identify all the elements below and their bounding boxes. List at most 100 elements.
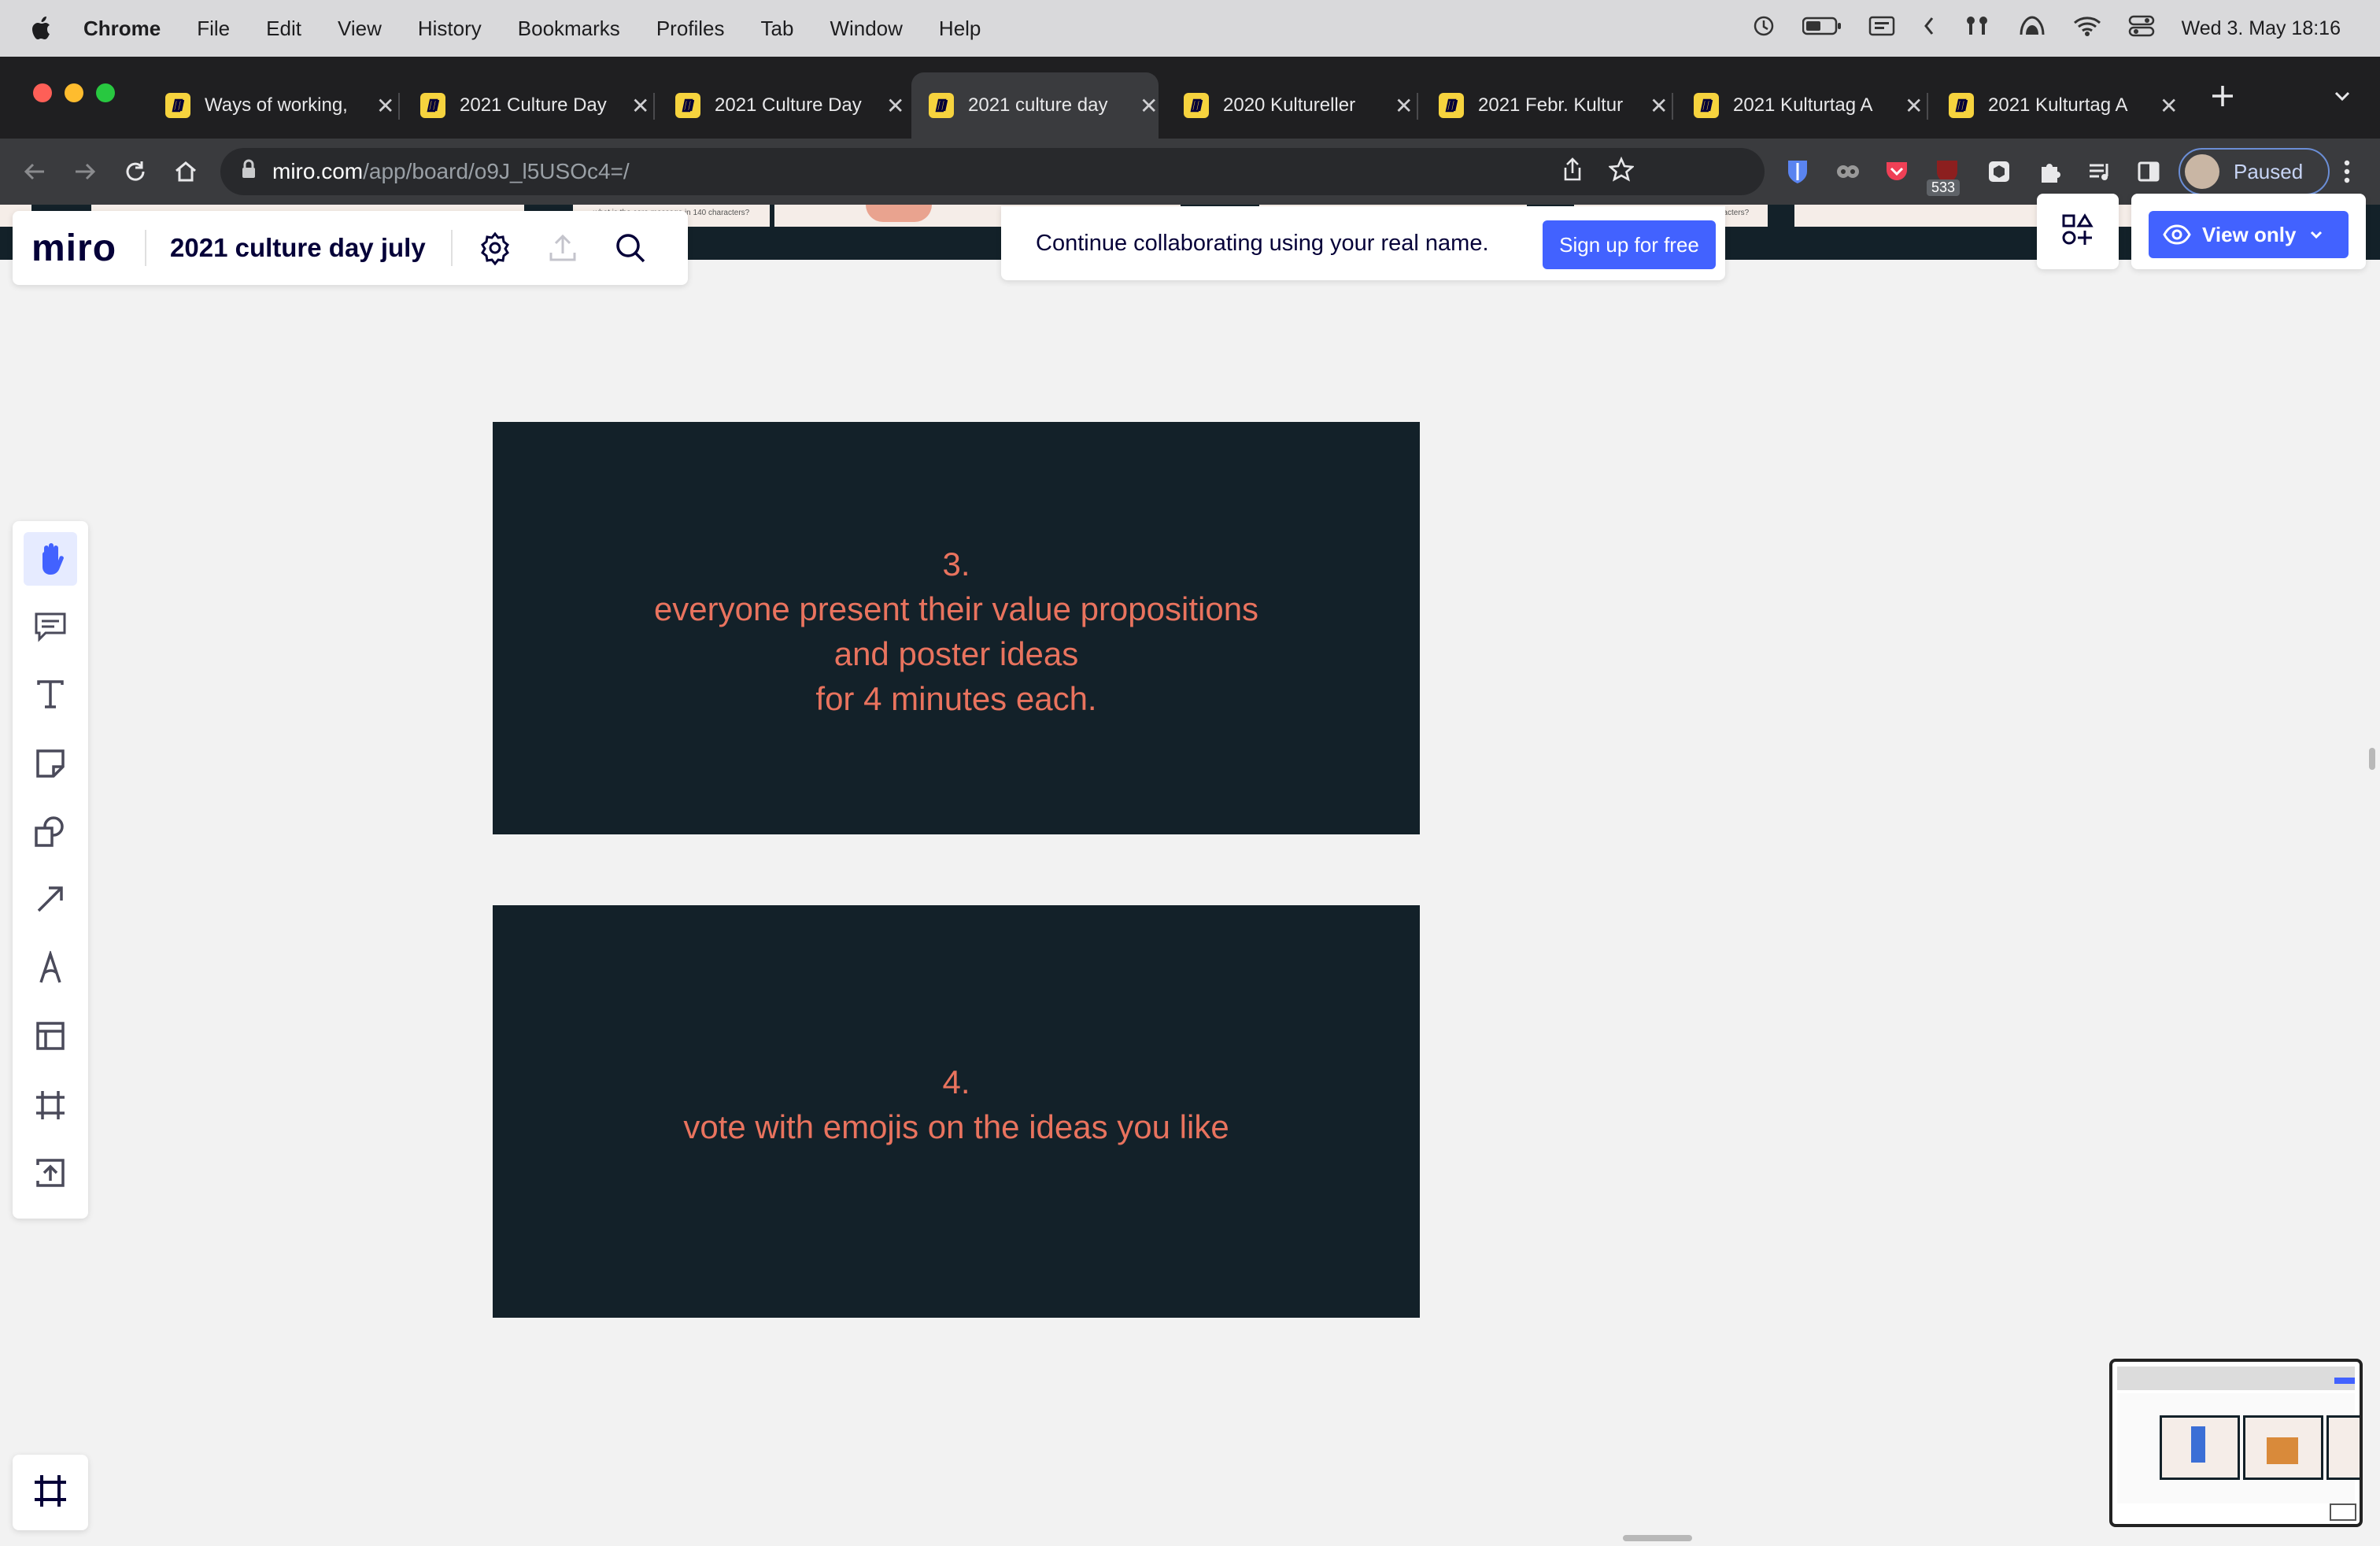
menu-view[interactable]: View bbox=[338, 17, 382, 41]
menu-app-name[interactable]: Chrome bbox=[83, 17, 161, 41]
tab-close-icon[interactable]: ✕ bbox=[2160, 93, 2178, 119]
media-queue-icon[interactable] bbox=[2084, 156, 2116, 187]
owl-extension-icon[interactable] bbox=[1832, 156, 1864, 187]
text-tool-icon[interactable] bbox=[24, 668, 77, 721]
board-minimap[interactable] bbox=[2109, 1359, 2363, 1527]
tab-title: 2021 Culture Day bbox=[460, 94, 607, 116]
menu-history[interactable]: History bbox=[418, 17, 482, 41]
board-frame-step-3[interactable]: 3. everyone present their value proposit… bbox=[493, 422, 1420, 834]
tab-close-icon[interactable]: ✕ bbox=[1905, 93, 1923, 119]
airpods-icon[interactable] bbox=[1963, 14, 1991, 43]
browser-tab-active[interactable]: 2021 culture day ✕ bbox=[911, 72, 1159, 139]
bitwarden-extension-icon[interactable] bbox=[1782, 156, 1813, 187]
tab-close-icon[interactable]: ✕ bbox=[376, 93, 394, 119]
tab-title: 2021 culture day bbox=[968, 94, 1108, 116]
browser-tab[interactable]: 2021 Culture Day ✕ bbox=[403, 72, 650, 139]
templates-tool-icon[interactable] bbox=[24, 1009, 77, 1063]
menu-bookmarks[interactable]: Bookmarks bbox=[518, 17, 620, 41]
cube-extension-icon[interactable] bbox=[1983, 156, 2015, 187]
tab-close-icon[interactable]: ✕ bbox=[1395, 93, 1413, 119]
window-zoom-button[interactable] bbox=[96, 83, 115, 102]
browser-tab[interactable]: 2021 Febr. Kultur ✕ bbox=[1421, 72, 1669, 139]
tab-close-icon[interactable]: ✕ bbox=[631, 93, 649, 119]
chevron-left-icon[interactable] bbox=[1922, 15, 1936, 43]
miro-favicon-icon bbox=[165, 93, 190, 118]
collaboration-banner: Continue collaborating using your real n… bbox=[1001, 206, 1725, 280]
browser-tab[interactable]: 2021 Kulturtag A ✕ bbox=[1931, 72, 2179, 139]
battery-icon[interactable] bbox=[1802, 16, 1842, 42]
miro-favicon-icon bbox=[1694, 93, 1719, 118]
board-title[interactable]: 2021 culture day july bbox=[170, 233, 426, 263]
lock-icon[interactable] bbox=[241, 159, 257, 185]
frame-text-line: for 4 minutes each. bbox=[815, 680, 1097, 717]
apple-icon[interactable] bbox=[30, 17, 54, 40]
extensions-puzzle-icon[interactable] bbox=[2034, 156, 2065, 187]
board-frame-step-4[interactable]: 4. vote with emojis on the ideas you lik… bbox=[493, 905, 1420, 1318]
tab-divider bbox=[1672, 93, 1673, 120]
new-tab-icon[interactable] bbox=[2208, 82, 2237, 114]
profile-button[interactable]: Paused bbox=[2179, 148, 2330, 195]
pen-tool-icon[interactable] bbox=[24, 941, 77, 995]
horizontal-scrollbar[interactable] bbox=[1623, 1535, 1692, 1541]
tab-close-icon[interactable]: ✕ bbox=[1650, 93, 1668, 119]
sticky-note-tool-icon[interactable] bbox=[24, 737, 77, 790]
window-minimize-button[interactable] bbox=[65, 83, 83, 102]
more-menu-icon[interactable] bbox=[2331, 156, 2363, 187]
miro-favicon-icon bbox=[1439, 93, 1464, 118]
browser-tab[interactable]: 2021 Culture Day ✕ bbox=[658, 72, 905, 139]
sign-up-button[interactable]: Sign up for free bbox=[1543, 220, 1716, 269]
settings-gear-icon[interactable] bbox=[471, 224, 519, 272]
menu-profiles[interactable]: Profiles bbox=[656, 17, 725, 41]
control-center-icon[interactable] bbox=[2128, 14, 2155, 43]
apps-button[interactable] bbox=[2037, 194, 2119, 269]
minimap-toggle-icon[interactable] bbox=[2330, 1503, 2356, 1521]
forward-arrow-icon[interactable] bbox=[69, 156, 101, 187]
tab-close-icon[interactable]: ✕ bbox=[886, 93, 904, 119]
vpn-icon[interactable] bbox=[2018, 14, 2046, 43]
browser-tab[interactable]: 2020 Kultureller ✕ bbox=[1166, 72, 1414, 139]
pocket-extension-icon[interactable] bbox=[1881, 156, 1913, 187]
divider bbox=[450, 230, 453, 266]
view-only-button[interactable]: View only bbox=[2149, 211, 2349, 258]
bookmark-star-icon[interactable] bbox=[1607, 156, 1635, 187]
time-machine-icon[interactable] bbox=[1752, 14, 1776, 43]
frames-panel-button[interactable] bbox=[13, 1455, 88, 1530]
minimap-header bbox=[2117, 1367, 2355, 1390]
share-icon[interactable] bbox=[1561, 157, 1584, 187]
export-upload-icon[interactable] bbox=[539, 224, 586, 272]
search-icon[interactable] bbox=[607, 224, 654, 272]
address-bar[interactable]: miro.com /app/board/o9J_l5USOc4=/ bbox=[220, 148, 1765, 195]
wifi-icon[interactable] bbox=[2073, 15, 2101, 43]
tab-search-chevron-down-icon[interactable] bbox=[2331, 85, 2353, 111]
tab-title: 2020 Kultureller bbox=[1223, 94, 1356, 116]
frame-tool-icon[interactable] bbox=[24, 1078, 77, 1132]
menu-help[interactable]: Help bbox=[939, 17, 981, 41]
menu-tab[interactable]: Tab bbox=[761, 17, 794, 41]
menu-file[interactable]: File bbox=[197, 17, 230, 41]
menu-window[interactable]: Window bbox=[830, 17, 902, 41]
collaboration-message: Continue collaborating using your real n… bbox=[1036, 230, 1489, 256]
menubar-clock[interactable]: Wed 3. May 18:16 bbox=[2182, 17, 2341, 40]
view-only-label: View only bbox=[2202, 222, 2297, 246]
miro-logo[interactable]: miro bbox=[31, 227, 116, 270]
tab-title: 2021 Febr. Kultur bbox=[1478, 94, 1624, 116]
browser-tab[interactable]: Ways of working, ✕ bbox=[148, 72, 395, 139]
board-canvas[interactable]: what is the core message in 140 characte… bbox=[0, 205, 2380, 1546]
home-icon[interactable] bbox=[170, 156, 201, 187]
side-panel-icon[interactable] bbox=[2133, 156, 2164, 187]
shapes-tool-icon[interactable] bbox=[24, 804, 77, 858]
comment-tool-icon[interactable] bbox=[24, 600, 77, 653]
miro-favicon-icon bbox=[1949, 93, 1974, 118]
display-icon[interactable] bbox=[1868, 15, 1895, 43]
vertical-scrollbar[interactable] bbox=[2369, 748, 2375, 770]
window-close-button[interactable] bbox=[33, 83, 52, 102]
reload-icon[interactable] bbox=[120, 156, 151, 187]
browser-tab[interactable]: 2021 Kulturtag A ✕ bbox=[1676, 72, 1924, 139]
menu-edit[interactable]: Edit bbox=[266, 17, 301, 41]
back-arrow-icon[interactable] bbox=[19, 156, 50, 187]
frame-text-line: everyone present their value proposition… bbox=[653, 590, 1259, 627]
hand-tool-icon[interactable] bbox=[24, 532, 77, 586]
tab-close-icon[interactable]: ✕ bbox=[1140, 93, 1158, 119]
connection-line-tool-icon[interactable] bbox=[24, 872, 77, 926]
upload-tool-icon[interactable] bbox=[24, 1146, 77, 1200]
